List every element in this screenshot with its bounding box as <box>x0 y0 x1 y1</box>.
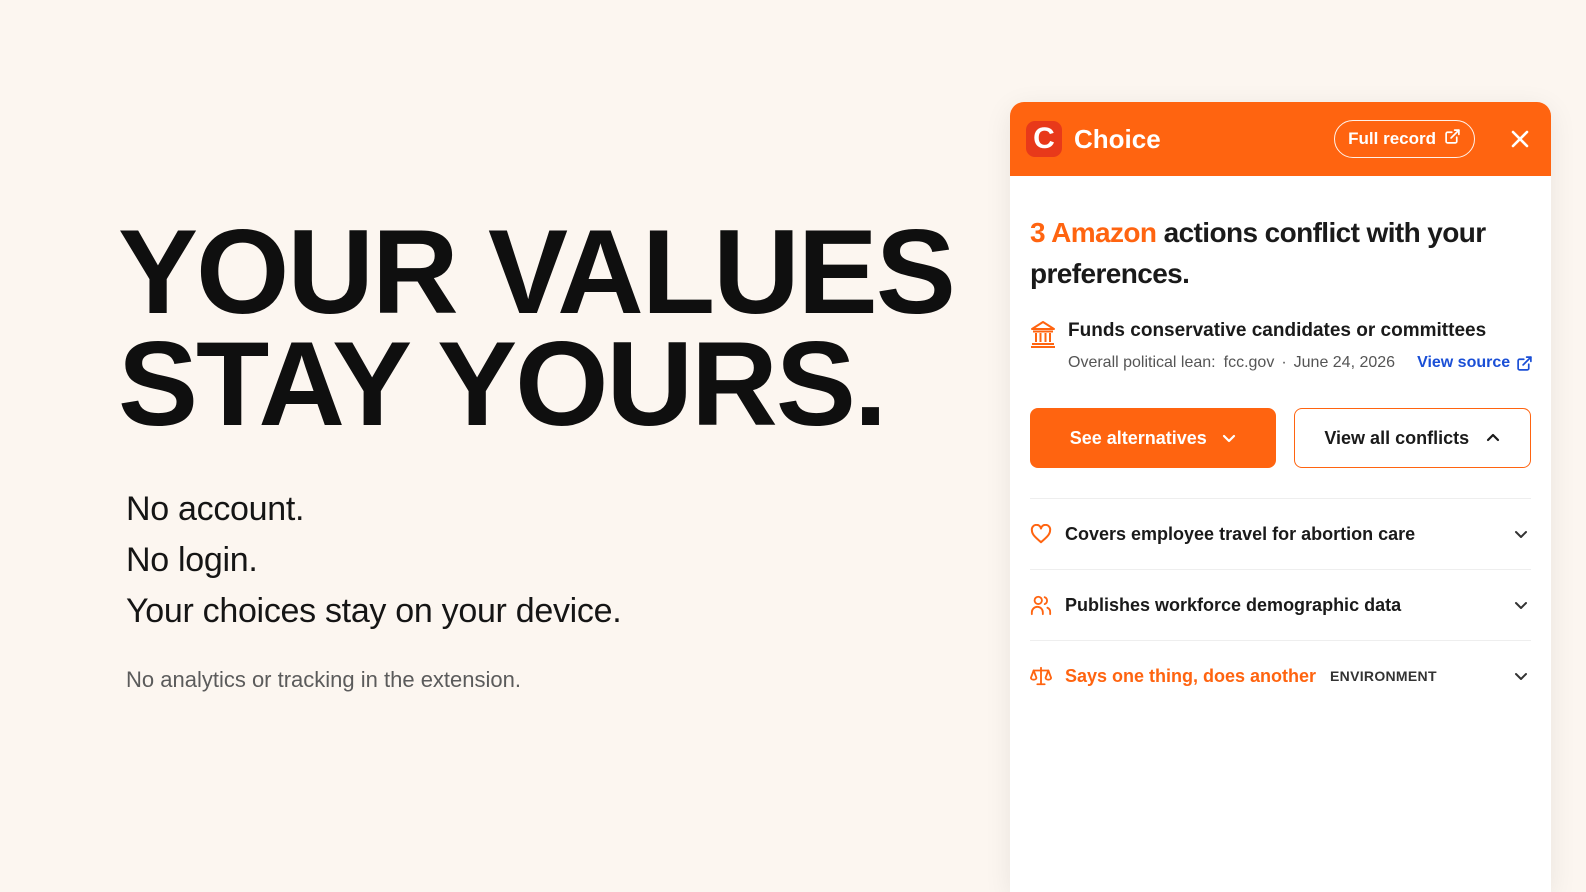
full-record-button[interactable]: Full record <box>1334 120 1475 158</box>
meta-label: Overall political lean: <box>1068 354 1216 371</box>
finding-meta: Overall political lean: fcc.gov · June 2… <box>1068 354 1533 372</box>
see-alternatives-label: See alternatives <box>1069 427 1207 448</box>
category-tag: ENVIRONMENT <box>1330 668 1437 684</box>
full-record-label: Full record <box>1348 129 1436 148</box>
conflict-row-abortion-travel[interactable]: Covers employee travel for abortion care <box>1030 499 1531 570</box>
heart-icon <box>1030 523 1052 545</box>
chevron-up-icon <box>1486 433 1500 442</box>
conflict-label: Says one thing, does another ENVIRONMENT <box>1065 666 1511 687</box>
view-all-conflicts-label: View all conflicts <box>1324 427 1470 448</box>
chevron-down-icon <box>1511 666 1531 686</box>
headline-line-1: YOUR VALUES <box>118 205 956 339</box>
hero-section: YOUR VALUES STAY YOURS. No account. No l… <box>118 205 978 693</box>
close-icon <box>1511 130 1529 148</box>
conflict-summary: 3 Amazon actions conflict with your pref… <box>1030 212 1531 294</box>
primary-finding: Funds conservative candidates or committ… <box>1030 318 1533 372</box>
view-source-label: View source <box>1417 354 1511 371</box>
claim-no-account: No account. <box>126 490 305 528</box>
brand-name: Choice <box>1074 123 1161 154</box>
chevron-down-icon <box>1222 434 1235 443</box>
panel-header: C Choice Full record <box>1010 102 1551 176</box>
headline-line-2: STAY YOURS. <box>118 317 887 451</box>
meta-separator: · <box>1281 354 1287 371</box>
conflict-list: Covers employee travel for abortion care <box>1030 498 1531 711</box>
summary-count-company: 3 Amazon <box>1030 217 1157 248</box>
see-alternatives-button[interactable]: See alternatives <box>1030 408 1277 468</box>
hero-headline: YOUR VALUES STAY YOURS. <box>118 205 978 451</box>
conflict-row-demographic-data[interactable]: Publishes workforce demographic data <box>1030 570 1531 641</box>
conflict-row-says-one-thing[interactable]: Says one thing, does another ENVIRONMENT <box>1030 641 1531 711</box>
finding-date: June 24, 2026 <box>1293 354 1396 371</box>
chevron-down-icon <box>1511 595 1531 615</box>
tracking-footnote: No analytics or tracking in the extensio… <box>126 667 521 692</box>
conflict-label: Publishes workforce demographic data <box>1065 594 1402 615</box>
external-link-icon <box>1444 128 1461 150</box>
scale-icon <box>1030 665 1052 687</box>
chevron-down-icon <box>1511 524 1531 544</box>
view-all-conflicts-button[interactable]: View all conflicts <box>1294 408 1531 468</box>
bank-icon <box>1030 318 1056 372</box>
action-buttons: See alternatives View all conflicts <box>1030 408 1531 468</box>
conflict-label-text: Says one thing, does another <box>1065 665 1317 686</box>
close-button[interactable] <box>1505 124 1535 154</box>
panel-body: 3 Amazon actions conflict with your pref… <box>1010 176 1551 711</box>
view-source-link[interactable]: View source <box>1417 354 1533 372</box>
privacy-claims: No account. No login. Your choices stay … <box>126 484 978 637</box>
extension-panel: C Choice Full record 3 Amazon actions co… <box>1010 102 1551 892</box>
choice-logo: C <box>1026 121 1062 157</box>
external-link-icon <box>1517 355 1532 371</box>
claim-no-login: No login. <box>126 541 258 579</box>
finding-title: Funds conservative candidates or committ… <box>1068 320 1487 341</box>
claim-on-device: Your choices stay on your device. <box>126 592 622 630</box>
people-icon <box>1030 594 1052 616</box>
source-domain: fcc.gov <box>1223 354 1275 371</box>
conflict-label: Covers employee travel for abortion care <box>1065 523 1416 544</box>
